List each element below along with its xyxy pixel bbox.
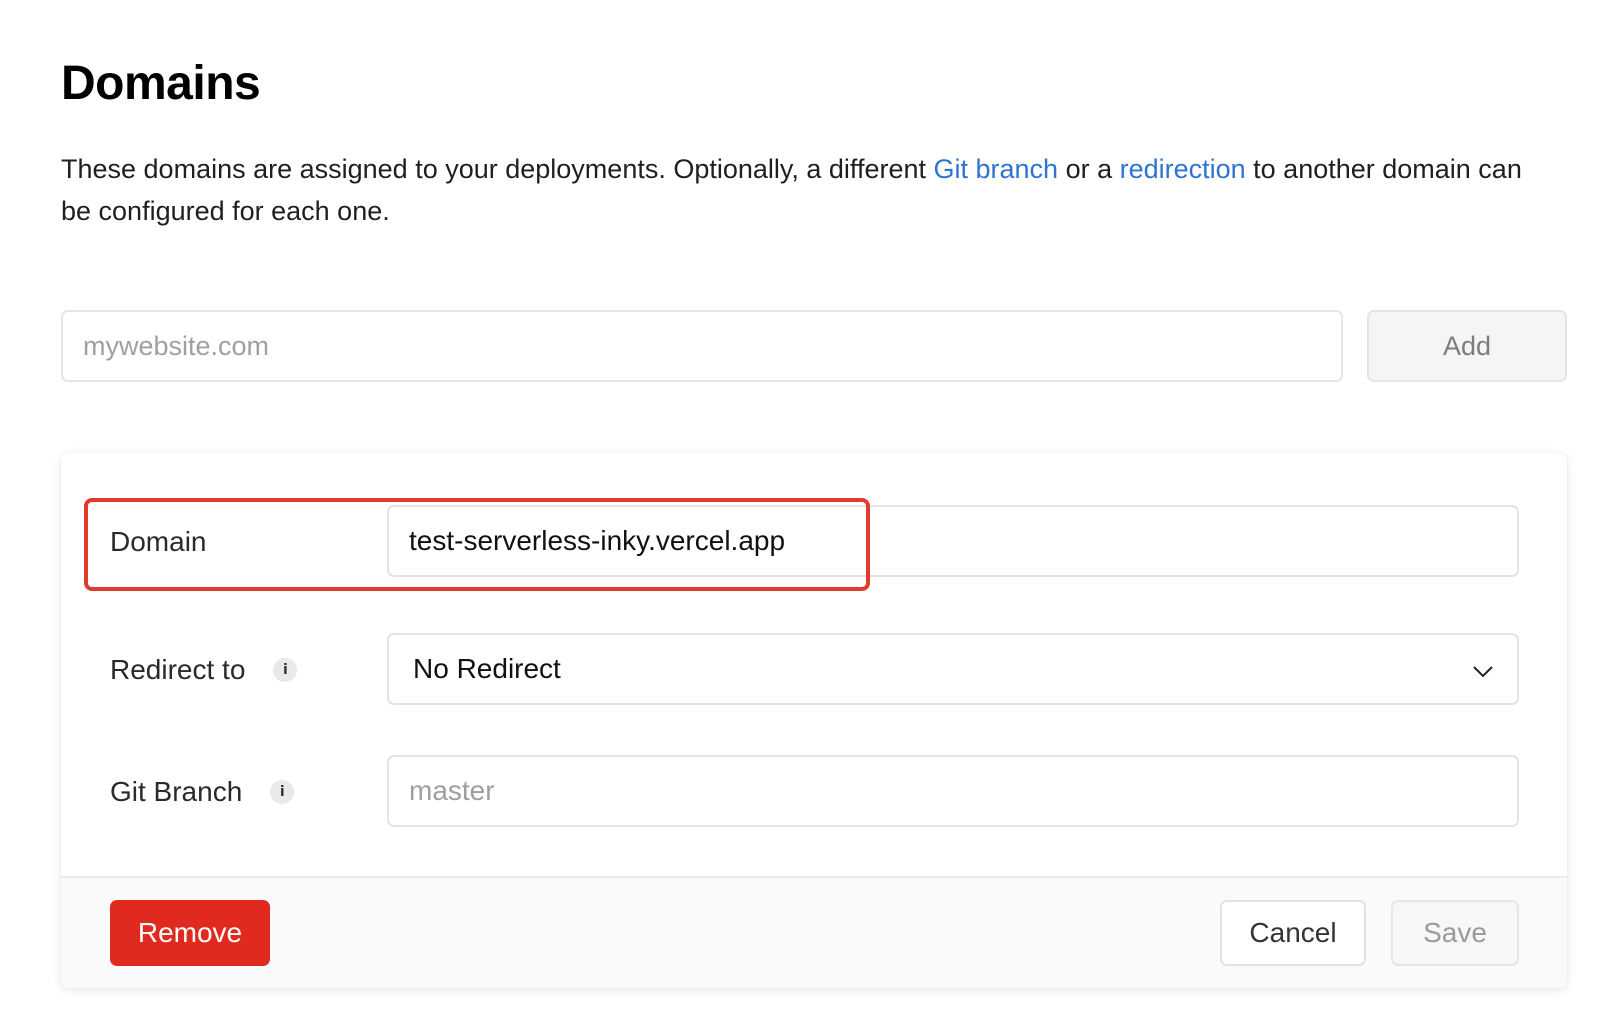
- redirection-link[interactable]: redirection: [1120, 154, 1246, 184]
- redirect-selected-value: No Redirect: [413, 653, 561, 684]
- remove-button[interactable]: Remove: [110, 900, 270, 966]
- git-branch-label-text: Git Branch: [110, 776, 243, 807]
- domain-label: Domain: [110, 522, 206, 562]
- domains-settings-page: Domains These domains are assigned to yo…: [0, 0, 1606, 1032]
- info-icon[interactable]: i: [270, 780, 295, 804]
- chevron-down-icon: [1473, 666, 1493, 678]
- save-button[interactable]: Save: [1391, 900, 1519, 966]
- page-description: These domains are assigned to your deplo…: [61, 148, 1531, 232]
- redirect-select[interactable]: No Redirect: [387, 633, 1519, 705]
- domain-field[interactable]: [387, 505, 1519, 577]
- redirect-label-text: Redirect to: [110, 654, 246, 685]
- redirect-label: Redirect to i: [110, 650, 298, 690]
- git-branch-field[interactable]: [387, 755, 1519, 827]
- add-domain-input[interactable]: [61, 310, 1343, 382]
- git-branch-link[interactable]: Git branch: [934, 154, 1059, 184]
- description-text-1: These domains are assigned to your deplo…: [61, 154, 934, 184]
- description-text-2: or a: [1058, 154, 1120, 184]
- cancel-button[interactable]: Cancel: [1220, 900, 1366, 966]
- add-domain-button[interactable]: Add: [1367, 310, 1567, 382]
- page-title: Domains: [61, 57, 261, 110]
- domain-label-text: Domain: [110, 526, 207, 557]
- git-branch-label: Git Branch i: [110, 772, 295, 812]
- info-icon[interactable]: i: [273, 658, 298, 682]
